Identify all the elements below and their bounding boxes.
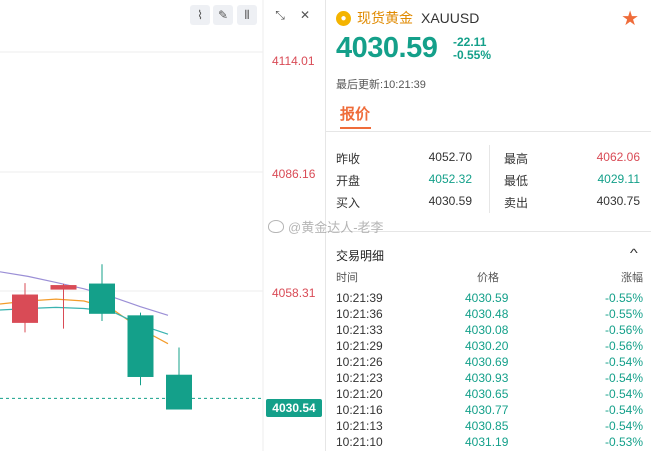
table-row: 10:21:20 4030.65 -0.54% [326, 387, 651, 403]
trade-change: -0.54% [604, 403, 643, 417]
trade-time: 10:21:13 [336, 419, 383, 433]
trade-change: -0.55% [604, 291, 643, 305]
trade-change: -0.53% [604, 435, 643, 449]
trade-details-title: 交易明细 [336, 249, 385, 263]
open-label: 开盘 [336, 174, 361, 188]
low-label: 最低 [504, 174, 529, 188]
col-header-price: 价格 [477, 272, 499, 284]
last-updated-label: 最后更新: [336, 79, 384, 91]
gold-coin-icon: ● [336, 10, 351, 26]
favorite-star-icon[interactable]: ★ [621, 6, 639, 31]
price-change: -22.11 -0.55% [453, 36, 491, 62]
col-header-time: 时间 [336, 272, 358, 284]
table-row: 10:21:36 4030.48 -0.55% [326, 307, 651, 323]
divider [326, 131, 651, 132]
trade-price: 4030.20 [465, 339, 509, 353]
pen-tool-icon[interactable]: ✎ [213, 5, 233, 25]
weibo-icon [268, 220, 284, 233]
last-updated-time: 10:21:39 [383, 79, 426, 91]
bid-value: 4030.59 [428, 194, 472, 208]
col-header-change: 涨幅 [621, 272, 643, 284]
trade-price: 4030.48 [465, 307, 509, 321]
candle-body [127, 315, 154, 377]
trade-time: 10:21:39 [336, 291, 383, 305]
trade-change: -0.56% [604, 323, 643, 337]
tab-active-indicator [340, 127, 371, 129]
last-price: 4030.59 [336, 32, 438, 64]
trade-change: -0.55% [604, 307, 643, 321]
trade-time: 10:21:20 [336, 387, 383, 401]
current-price-tag: 4030.54 [266, 399, 322, 417]
prev-close-value: 4052.70 [428, 150, 472, 164]
trade-price: 4030.69 [465, 355, 509, 369]
trade-change: -0.54% [604, 355, 643, 369]
trade-change: -0.56% [604, 339, 643, 353]
trade-price: 4030.77 [465, 403, 509, 417]
high-label: 最高 [504, 152, 529, 166]
close-icon[interactable]: ✕ [295, 5, 315, 25]
ask-label: 卖出 [504, 196, 529, 210]
trade-time: 10:21:26 [336, 355, 383, 369]
trade-change: -0.54% [604, 371, 643, 385]
high-value: 4062.06 [596, 150, 640, 164]
table-row: 10:21:13 4030.85 -0.54% [326, 419, 651, 435]
chevron-up-icon[interactable]: ^ [630, 246, 638, 260]
table-row: 10:21:39 4030.59 -0.55% [326, 291, 651, 307]
trade-price: 4030.65 [465, 387, 509, 401]
candle-body [166, 374, 192, 410]
tab-quote[interactable]: 报价 [340, 103, 370, 124]
trade-time: 10:21:16 [336, 403, 383, 417]
table-row: 10:21:10 4031.19 -0.53% [326, 435, 651, 451]
watermark-text: @黄金达人-老李 [288, 220, 384, 235]
table-row: 10:21:23 4030.93 -0.54% [326, 371, 651, 387]
weibo-watermark: @黄金达人-老李 [268, 217, 384, 236]
open-value: 4052.32 [428, 172, 472, 186]
low-value: 4029.11 [597, 172, 641, 186]
table-row: 10:21:33 4030.08 -0.56% [326, 323, 651, 339]
trade-change: -0.54% [604, 387, 643, 401]
trade-time: 10:21:23 [336, 371, 383, 385]
instrument-symbol: XAUUSD [421, 10, 480, 26]
trade-time: 10:21:33 [336, 323, 383, 337]
trade-time: 10:21:10 [336, 435, 383, 449]
candle-body [12, 294, 38, 323]
price-axis-tick: 4114.01 [272, 54, 315, 68]
trade-list: 10:21:39 4030.59 -0.55% 10:21:36 4030.48 -0.… [326, 291, 651, 451]
candle-body [89, 283, 115, 314]
table-row: 10:21:29 4030.20 -0.56% [326, 339, 651, 355]
collapse-icon[interactable]: ⤡ [270, 5, 290, 25]
prev-close-label: 昨收 [336, 152, 361, 166]
price-axis-tick: 4086.16 [272, 167, 316, 181]
trade-time: 10:21:29 [336, 339, 383, 353]
bid-label: 买入 [336, 196, 361, 210]
trade-time: 10:21:36 [336, 307, 383, 321]
candle-body [50, 285, 77, 290]
instrument-header: ● 现货黄金 XAUUSD [336, 8, 479, 28]
candle-type-icon[interactable]: ⫴ [237, 5, 257, 25]
trade-price: 4030.85 [465, 419, 509, 433]
trade-price: 4030.93 [465, 371, 509, 385]
price-axis-tick: 4058.31 [272, 286, 316, 300]
last-updated: 最后更新:10:21:39 [336, 76, 426, 92]
stats-divider [489, 145, 490, 213]
table-row: 10:21:26 4030.69 -0.54% [326, 355, 651, 371]
change-percent: -0.55% [453, 48, 492, 62]
instrument-name: 现货黄金 [357, 10, 413, 26]
line-tool-icon[interactable]: ⌇ [190, 5, 210, 25]
trade-change: -0.54% [604, 419, 643, 433]
table-row: 10:21:16 4030.77 -0.54% [326, 403, 651, 419]
trade-price: 4031.19 [465, 435, 509, 449]
ask-value: 4030.75 [596, 194, 640, 208]
trade-price: 4030.08 [465, 323, 509, 337]
trade-price: 4030.59 [465, 291, 509, 305]
